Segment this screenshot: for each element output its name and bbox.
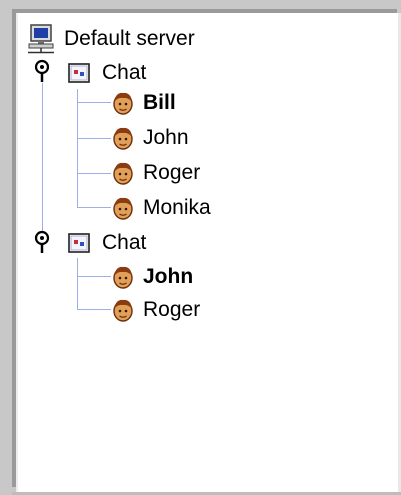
- tree-line: [77, 138, 111, 139]
- tree-user-label: Bill: [143, 91, 176, 114]
- user-face-icon: [111, 90, 135, 116]
- tree-line: [77, 102, 111, 103]
- tree-channel-node[interactable]: Chat: [68, 59, 146, 87]
- expanded-handle-icon[interactable]: [33, 59, 51, 83]
- tree-root-label: Default server: [64, 27, 195, 50]
- tree-line: [77, 276, 111, 277]
- user-face-icon: [111, 125, 135, 151]
- tree-root-node[interactable]: Default server: [26, 24, 195, 54]
- user-face-icon: [111, 264, 135, 290]
- tree-user-node[interactable]: Monika: [111, 194, 211, 222]
- tree-user-label: John: [143, 126, 189, 149]
- tree-user-node[interactable]: Bill: [111, 89, 176, 117]
- chat-window-icon: [68, 233, 90, 253]
- tree-user-label: John: [143, 265, 194, 288]
- user-face-icon: [111, 160, 135, 186]
- tree-user-node[interactable]: Roger: [111, 159, 200, 187]
- tree-channel-node[interactable]: Chat: [68, 229, 146, 257]
- user-face-icon: [111, 297, 135, 323]
- tree-user-label: Monika: [143, 196, 211, 219]
- tree-line: [42, 83, 43, 243]
- tree-line: [77, 89, 78, 207]
- tree-line: [77, 309, 111, 310]
- chat-window-icon: [68, 63, 90, 83]
- expanded-handle-icon[interactable]: [33, 230, 51, 254]
- tree-line: [77, 173, 111, 174]
- tree-user-node[interactable]: Roger: [111, 296, 200, 324]
- user-face-icon: [111, 195, 135, 221]
- tree-line: [77, 258, 78, 309]
- tree-channel-label: Chat: [102, 61, 147, 84]
- tree-line: [77, 207, 111, 208]
- tree-view[interactable]: Default server Chat Bill John Roger Moni…: [16, 13, 398, 492]
- tree-user-label: Roger: [143, 298, 201, 321]
- computer-icon: [26, 24, 56, 54]
- tree-user-node[interactable]: John: [111, 124, 189, 152]
- tree-user-node[interactable]: John: [111, 263, 193, 291]
- tree-channel-label: Chat: [102, 231, 147, 254]
- tree-user-label: Roger: [143, 161, 201, 184]
